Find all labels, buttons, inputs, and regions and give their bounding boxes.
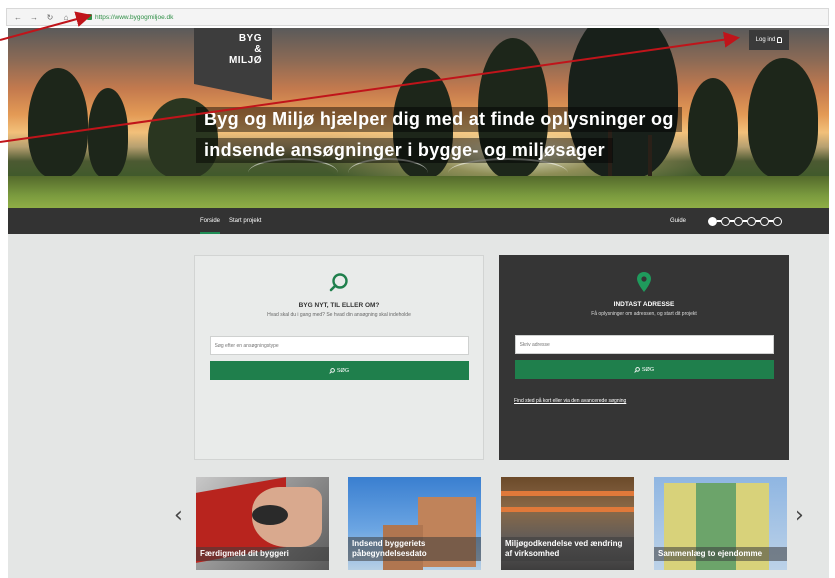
nav-item-start-projekt[interactable]: Start projekt	[229, 208, 261, 234]
carousel-prev-icon[interactable]: ‹	[174, 503, 183, 528]
address-search-button[interactable]: SØG	[514, 360, 774, 379]
lock-icon	[87, 14, 92, 20]
search-icon	[329, 273, 348, 292]
carousel-card-label: Sammenlæg to ejendomme	[654, 547, 787, 561]
hero-headline: Byg og Miljø hjælper dig med at finde op…	[196, 107, 682, 169]
site-logo[interactable]: BYG & MILJØ	[194, 28, 272, 100]
url-text: https://www.bygogmiljoe.dk	[95, 13, 174, 21]
main-navigation: Forside Start projekt Guide	[8, 208, 829, 234]
search-button-label: SØG	[641, 366, 655, 373]
address-bar[interactable]: https://www.bygogmiljoe.dk	[87, 14, 173, 21]
advanced-search-link[interactable]: Find sted på kort eller via den avancere…	[514, 398, 626, 404]
hero-banner: BYG & MILJØ Log ind Byg og Miljø hjælper…	[8, 28, 829, 208]
page: ← → ↻ ⌂ https://www.bygogmiljoe.dk BYG &…	[0, 0, 835, 578]
step-dot[interactable]	[760, 216, 769, 226]
carousel-card[interactable]: Sammenlæg to ejendomme	[654, 477, 787, 570]
step-dot[interactable]	[721, 216, 730, 226]
step-dot[interactable]	[708, 216, 717, 226]
logo-line: MILJØ	[228, 55, 262, 66]
search-panel-subtitle: Hvad skal du i gang med? Se hvad din ans…	[267, 312, 411, 318]
back-icon[interactable]: ←	[13, 12, 23, 22]
application-search-input[interactable]	[209, 336, 469, 355]
search-button-label: SØG	[336, 367, 350, 374]
carousel-card-label: Miljøgodkendelse ved ændring af virksomh…	[501, 537, 634, 561]
address-panel: INDTAST ADRESSE Få oplysninger om adress…	[499, 255, 789, 460]
location-pin-icon	[637, 272, 651, 292]
address-input[interactable]	[514, 335, 774, 354]
headline-line-2: indsende ansøgninger i bygge- og miljøsa…	[196, 138, 613, 163]
guide-stepper[interactable]	[708, 216, 782, 226]
search-panel: BYG NYT, TIL ELLER OM? Hvad skal du i ga…	[194, 255, 484, 460]
application-search-button[interactable]: SØG	[209, 361, 469, 380]
carousel-card[interactable]: Miljøgodkendelse ved ændring af virksomh…	[501, 477, 634, 570]
headline-line-1: Byg og Miljø hjælper dig med at finde op…	[196, 107, 682, 132]
search-icon	[329, 367, 335, 374]
logo-line: &	[254, 44, 262, 55]
home-icon[interactable]: ⌂	[61, 12, 71, 22]
browser-toolbar: ← → ↻ ⌂ https://www.bygogmiljoe.dk	[6, 8, 829, 26]
reload-icon[interactable]: ↻	[45, 12, 55, 22]
step-dot[interactable]	[773, 216, 782, 226]
carousel-next-icon[interactable]: ›	[795, 503, 804, 528]
address-panel-subtitle: Få oplysninger om adressen, og start dit…	[591, 311, 697, 317]
carousel-card-label: Færdigmeld dit byggeri	[196, 547, 329, 561]
forward-icon[interactable]: →	[29, 12, 39, 22]
guide-label: Guide	[670, 218, 687, 224]
login-label: Log ind	[755, 37, 776, 43]
step-dot[interactable]	[747, 216, 756, 226]
step-dot[interactable]	[734, 216, 743, 226]
carousel-card[interactable]: Færdigmeld dit byggeri	[196, 477, 329, 570]
logo-line: BYG	[238, 33, 262, 44]
login-button[interactable]: Log ind	[749, 30, 789, 50]
carousel-card[interactable]: Indsend byggeriets påbegyndelsesdato	[348, 477, 481, 570]
search-icon	[634, 366, 640, 373]
search-panel-title: BYG NYT, TIL ELLER OM?	[298, 302, 380, 309]
address-panel-title: INDTAST ADRESSE	[613, 301, 675, 308]
carousel-card-label: Indsend byggeriets påbegyndelsesdato	[348, 537, 481, 561]
user-icon	[777, 37, 783, 43]
nav-item-forside[interactable]: Forside	[200, 208, 221, 234]
